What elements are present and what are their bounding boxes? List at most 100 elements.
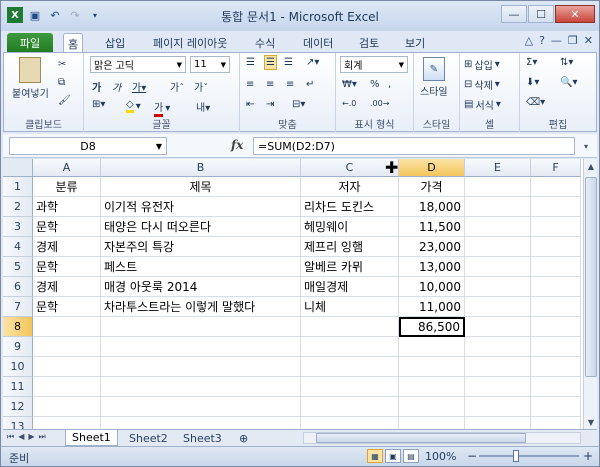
cell-f13[interactable] — [531, 417, 581, 429]
find-select-icon[interactable]: 🔍▾ — [560, 77, 577, 88]
row-header-11[interactable]: 11 — [3, 377, 33, 397]
cell-b3[interactable]: 태양은 다시 떠오른다 — [101, 217, 301, 237]
insert-sheet-icon[interactable]: ⊕ — [233, 430, 255, 446]
formula-input[interactable]: =SUM(D2:D7) — [253, 137, 575, 155]
zoom-slider-knob[interactable] — [513, 450, 519, 462]
cell-b8[interactable] — [101, 317, 301, 337]
cell-b1[interactable]: 제목 — [101, 177, 301, 197]
cell-a1[interactable]: 분류 — [33, 177, 101, 197]
doc-close-icon[interactable]: ✕ — [584, 34, 593, 47]
spreadsheet-grid[interactable]: ABCDEF 1 2 3 4 5 6 7 8 9 10 11 12 13 분류 제목 저자 가격 과학 이기적 유… — [3, 159, 583, 429]
prev-sheet-icon[interactable]: ◀ — [18, 432, 24, 442]
grow-font-button[interactable]: 가ˆ — [170, 79, 184, 94]
row-header-8[interactable]: 8 — [3, 317, 33, 337]
row-header-7[interactable]: 7 — [3, 297, 33, 317]
currency-icon[interactable]: ₩▾ — [342, 79, 357, 90]
cell-e6[interactable] — [465, 277, 531, 297]
clear-icon[interactable]: ⌫▾ — [526, 97, 545, 108]
tab-data[interactable]: 데이터 — [299, 33, 337, 53]
tab-file[interactable]: 파일 — [7, 33, 53, 53]
cell-f3[interactable] — [531, 217, 581, 237]
cell-b4[interactable]: 자본주의 특강 — [101, 237, 301, 257]
cell-a12[interactable] — [33, 397, 101, 417]
cell-c5[interactable]: 알베르 카뮈 — [301, 257, 399, 277]
delete-cells-button[interactable]: ⊟ 삭제 ▾ — [464, 77, 500, 92]
cell-d9[interactable] — [399, 337, 465, 357]
decrease-indent-icon[interactable]: ⇤ — [246, 99, 254, 110]
font-size-combo[interactable]: 11 ▼ — [190, 56, 230, 73]
cell-a11[interactable] — [33, 377, 101, 397]
expand-formula-icon[interactable]: ▾ — [579, 139, 593, 153]
cell-c9[interactable] — [301, 337, 399, 357]
cell-c3[interactable]: 헤밍웨이 — [301, 217, 399, 237]
cell-b5[interactable]: 페스트 — [101, 257, 301, 277]
borders-icon[interactable]: ⊞▾ — [92, 99, 105, 110]
scroll-up-icon[interactable]: ▲ — [584, 159, 598, 173]
align-left-icon[interactable]: ≡ — [246, 79, 254, 90]
row-header-4[interactable]: 4 — [3, 237, 33, 257]
next-sheet-icon[interactable]: ▶ — [28, 432, 34, 442]
cell-f10[interactable] — [531, 357, 581, 377]
underline-button[interactable]: 가▾ — [132, 79, 146, 94]
cell-d10[interactable] — [399, 357, 465, 377]
minimize-button[interactable]: — — [501, 5, 527, 23]
cell-b13[interactable] — [101, 417, 301, 429]
insert-cells-button[interactable]: ⊞ 삽입 ▾ — [464, 57, 500, 72]
cell-d1[interactable]: 가격 — [399, 177, 465, 197]
format-painter-icon[interactable]: 🖌 — [58, 95, 71, 106]
fill-color-icon[interactable]: ◇ ▾ — [126, 99, 141, 113]
column-header-a[interactable]: A — [33, 159, 101, 177]
cell-e11[interactable] — [465, 377, 531, 397]
decrease-decimal-icon[interactable]: .00→ — [370, 99, 389, 108]
cell-f11[interactable] — [531, 377, 581, 397]
minimize-ribbon-icon[interactable]: △ — [525, 34, 533, 47]
italic-button[interactable]: 가 — [112, 79, 121, 94]
phonetic-icon[interactable]: 내▾ — [196, 99, 210, 114]
cell-e4[interactable] — [465, 237, 531, 257]
cell-a4[interactable]: 경제 — [33, 237, 101, 257]
close-button[interactable]: ✕ — [555, 5, 595, 23]
cell-c11[interactable] — [301, 377, 399, 397]
sheet-tab-sheet3[interactable]: Sheet3 — [177, 430, 228, 446]
row-header-9[interactable]: 9 — [3, 337, 33, 357]
format-cells-button[interactable]: ▤ 서식 ▾ — [464, 97, 501, 112]
cell-c4[interactable]: 제프리 잉햄 — [301, 237, 399, 257]
cell-b2[interactable]: 이기적 유전자 — [101, 197, 301, 217]
vertical-scroll-thumb[interactable] — [585, 177, 597, 377]
vertical-scrollbar[interactable]: ▲ ▼ — [583, 159, 597, 429]
cell-d5[interactable]: 13,000 — [399, 257, 465, 277]
maximize-button[interactable]: ☐ — [528, 5, 554, 23]
row-header-13[interactable]: 13 — [3, 417, 33, 429]
sheet-tab-sheet2[interactable]: Sheet2 — [123, 430, 174, 446]
font-name-combo[interactable]: 맑은 고딕 ▼ — [90, 56, 186, 73]
cell-f12[interactable] — [531, 397, 581, 417]
cell-f4[interactable] — [531, 237, 581, 257]
cell-a7[interactable]: 문학 — [33, 297, 101, 317]
cell-d12[interactable] — [399, 397, 465, 417]
cell-f6[interactable] — [531, 277, 581, 297]
cell-a2[interactable]: 과학 — [33, 197, 101, 217]
row-header-5[interactable]: 5 — [3, 257, 33, 277]
tab-review[interactable]: 검토 — [355, 33, 383, 53]
cell-e2[interactable] — [465, 197, 531, 217]
cell-f5[interactable] — [531, 257, 581, 277]
sort-filter-icon[interactable]: ⇅▾ — [560, 57, 573, 68]
cell-e1[interactable] — [465, 177, 531, 197]
align-right-icon[interactable]: ≡ — [286, 79, 294, 90]
column-header-b[interactable]: B — [101, 159, 301, 177]
cell-d6[interactable]: 10,000 — [399, 277, 465, 297]
shrink-font-button[interactable]: 가ˇ — [194, 79, 208, 94]
paste-button[interactable]: 붙여넣기 — [12, 57, 49, 100]
horizontal-scrollbar[interactable] — [303, 432, 581, 444]
normal-view-icon[interactable]: ▦ — [367, 449, 383, 463]
doc-minimize-icon[interactable]: — — [551, 34, 562, 47]
align-middle-icon[interactable]: ☰ — [264, 55, 277, 70]
help-icon[interactable]: ? — [539, 34, 545, 47]
cell-a6[interactable]: 경제 — [33, 277, 101, 297]
comma-icon[interactable]: , — [388, 79, 391, 90]
cell-d2[interactable]: 18,000 — [399, 197, 465, 217]
first-sheet-icon[interactable]: ⏮ — [7, 432, 14, 442]
cell-c10[interactable] — [301, 357, 399, 377]
cell-e7[interactable] — [465, 297, 531, 317]
merge-center-icon[interactable]: ⊟▾ — [292, 99, 305, 110]
